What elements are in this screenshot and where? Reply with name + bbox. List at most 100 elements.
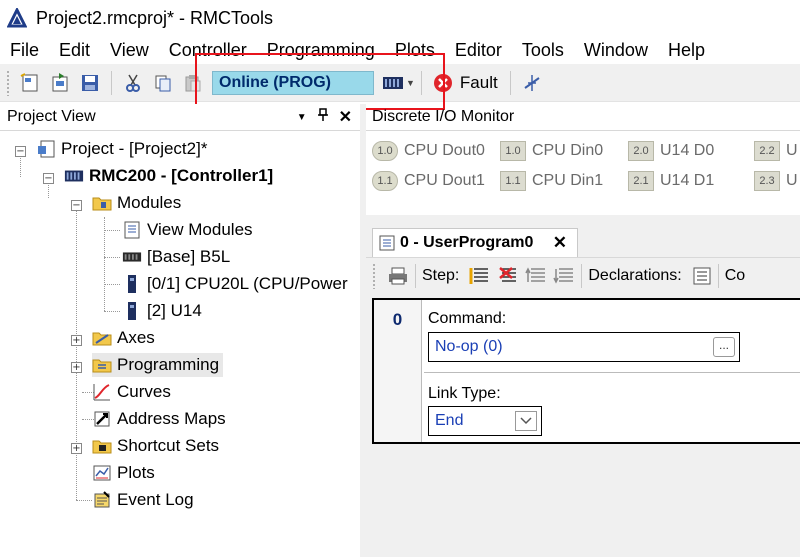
io-badge: 1.1: [372, 171, 398, 191]
tree-item-axes[interactable]: Axes: [92, 326, 155, 350]
shortcut-sets-folder-icon: [92, 436, 112, 456]
move-step-down-icon[interactable]: [553, 266, 575, 286]
menu-controller[interactable]: Controller: [159, 40, 257, 61]
io-monitor-header: Discrete I/O Monitor: [366, 104, 800, 130]
step-label: Step:: [422, 266, 460, 284]
io-label: U: [786, 142, 798, 159]
io-monitor-panel: 1.0 CPU Dout0 1.0 CPU Din0 2.0 U14 D0 2.…: [366, 130, 800, 215]
io-item[interactable]: 2.0 U14 D0: [628, 141, 714, 161]
tree-item-base[interactable]: [Base] B5L: [122, 245, 230, 269]
base-module-icon: [122, 247, 142, 267]
cut-icon[interactable]: [120, 70, 146, 96]
io-item[interactable]: 2.3 U: [754, 171, 798, 191]
panel-gap: [366, 215, 800, 225]
tree-label: [Base] B5L: [147, 247, 231, 266]
toolbar-separator: [509, 70, 511, 95]
menu-file[interactable]: File: [0, 40, 49, 61]
tree-item-programming[interactable]: Programming: [92, 353, 224, 377]
toolbar-separator: [111, 70, 112, 95]
io-badge: 2.2: [754, 141, 780, 161]
command-field[interactable]: No-op (0) ...: [428, 332, 740, 362]
controller-icon[interactable]: [380, 70, 406, 96]
controller-collapse-toggle[interactable]: −: [43, 173, 54, 184]
tree-label: View Modules: [147, 220, 253, 239]
modules-collapse-toggle[interactable]: −: [71, 200, 82, 211]
tab-label: 0 - UserProgram0: [400, 234, 534, 251]
plots-icon: [92, 463, 112, 483]
io-badge: 2.1: [628, 171, 654, 191]
tree-label: [2] U14: [147, 301, 202, 320]
axes-expand-toggle[interactable]: +: [71, 335, 82, 346]
menu-programming[interactable]: Programming: [257, 40, 385, 61]
io-item[interactable]: 1.1 CPU Dout1: [372, 171, 485, 191]
io-item[interactable]: 2.1 U14 D1: [628, 171, 714, 191]
pin-icon[interactable]: [317, 107, 329, 127]
tree-label: Address Maps: [117, 409, 226, 428]
main-toolbar: Online (PROG) ▼ Fault: [0, 64, 800, 102]
tree-item-shortcut-sets[interactable]: Shortcut Sets: [92, 434, 219, 458]
io-item[interactable]: 1.0 CPU Din0: [500, 141, 603, 161]
project-collapse-toggle[interactable]: −: [15, 146, 26, 157]
tree-label: [0/1] CPU20L (CPU/Power: [147, 274, 348, 293]
io-item[interactable]: 1.0 CPU Dout0: [372, 141, 485, 161]
address-maps-icon: [92, 409, 112, 429]
window-title: Project2.rmcproj* - RMCTools: [36, 7, 274, 28]
toolbar-grip[interactable]: [372, 262, 376, 289]
tree-item-event-log[interactable]: Event Log: [92, 488, 194, 512]
controller-dropdown-icon[interactable]: ▼: [406, 78, 415, 88]
tree-item-plots[interactable]: Plots: [92, 461, 155, 485]
io-item[interactable]: 2.2 U: [754, 141, 798, 161]
insert-step-icon[interactable]: [469, 266, 491, 286]
io-module-icon: [122, 301, 142, 321]
link-type-select[interactable]: End: [428, 406, 542, 436]
tree-label: Project - [Project2]*: [61, 139, 208, 158]
declarations-icon[interactable]: [692, 266, 712, 286]
step-divider: [424, 372, 800, 373]
io-badge: 2.0: [628, 141, 654, 161]
tab-close-icon[interactable]: ✕: [553, 233, 567, 253]
menu-help[interactable]: Help: [658, 40, 715, 61]
menu-editor[interactable]: Editor: [445, 40, 512, 61]
menu-plots[interactable]: Plots: [385, 40, 445, 61]
toolbar-separator: [581, 263, 583, 288]
paste-icon[interactable]: [180, 70, 206, 96]
copy-icon[interactable]: [150, 70, 176, 96]
io-badge: 1.1: [500, 171, 526, 191]
tree-item-project[interactable]: Project - [Project2]*: [36, 137, 207, 161]
programming-folder-icon: [92, 355, 112, 375]
axis-tool-icon[interactable]: [519, 70, 545, 96]
chevron-down-icon[interactable]: [515, 411, 537, 431]
program-step[interactable]: 0 Command: No-op (0) ... Link Type: End: [372, 298, 800, 444]
menu-edit[interactable]: Edit: [49, 40, 100, 61]
move-step-up-icon[interactable]: [525, 266, 547, 286]
fault-button[interactable]: Fault: [432, 72, 498, 94]
tree-item-address-maps[interactable]: Address Maps: [92, 407, 226, 431]
project-icon: [36, 139, 56, 159]
io-badge: 1.0: [500, 141, 526, 161]
toolbar-grip[interactable]: [6, 69, 10, 96]
tree-item-controller[interactable]: RMC200 - [Controller1]: [64, 164, 273, 188]
project-view-header: Project View ▼ ✕: [0, 104, 360, 130]
delete-step-icon[interactable]: [497, 266, 519, 286]
menu-view[interactable]: View: [100, 40, 159, 61]
shortcut-sets-expand-toggle[interactable]: +: [71, 443, 82, 454]
save-icon[interactable]: [77, 70, 103, 96]
io-item[interactable]: 1.1 CPU Din1: [500, 171, 603, 191]
command-browse-button[interactable]: ...: [713, 337, 735, 357]
tree-item-curves[interactable]: Curves: [92, 380, 171, 404]
tree-item-view-modules[interactable]: View Modules: [122, 218, 253, 242]
step-number: 0: [374, 300, 422, 442]
tab-user-program[interactable]: 0 - UserProgram0 ✕: [372, 228, 578, 257]
menu-window[interactable]: Window: [574, 40, 658, 61]
new-project-icon[interactable]: [17, 70, 43, 96]
tree-item-u14[interactable]: [2] U14: [122, 299, 202, 323]
panel-menu-dropdown-icon[interactable]: ▼: [297, 112, 307, 123]
programming-expand-toggle[interactable]: +: [71, 362, 82, 373]
tree-item-modules[interactable]: Modules: [92, 191, 181, 215]
panel-close-icon[interactable]: ✕: [339, 107, 352, 127]
open-project-icon[interactable]: [47, 70, 73, 96]
tree-label: Curves: [117, 382, 171, 401]
tree-item-cpu[interactable]: [0/1] CPU20L (CPU/Power: [122, 272, 348, 296]
print-icon[interactable]: [387, 266, 409, 286]
menu-tools[interactable]: Tools: [512, 40, 574, 61]
